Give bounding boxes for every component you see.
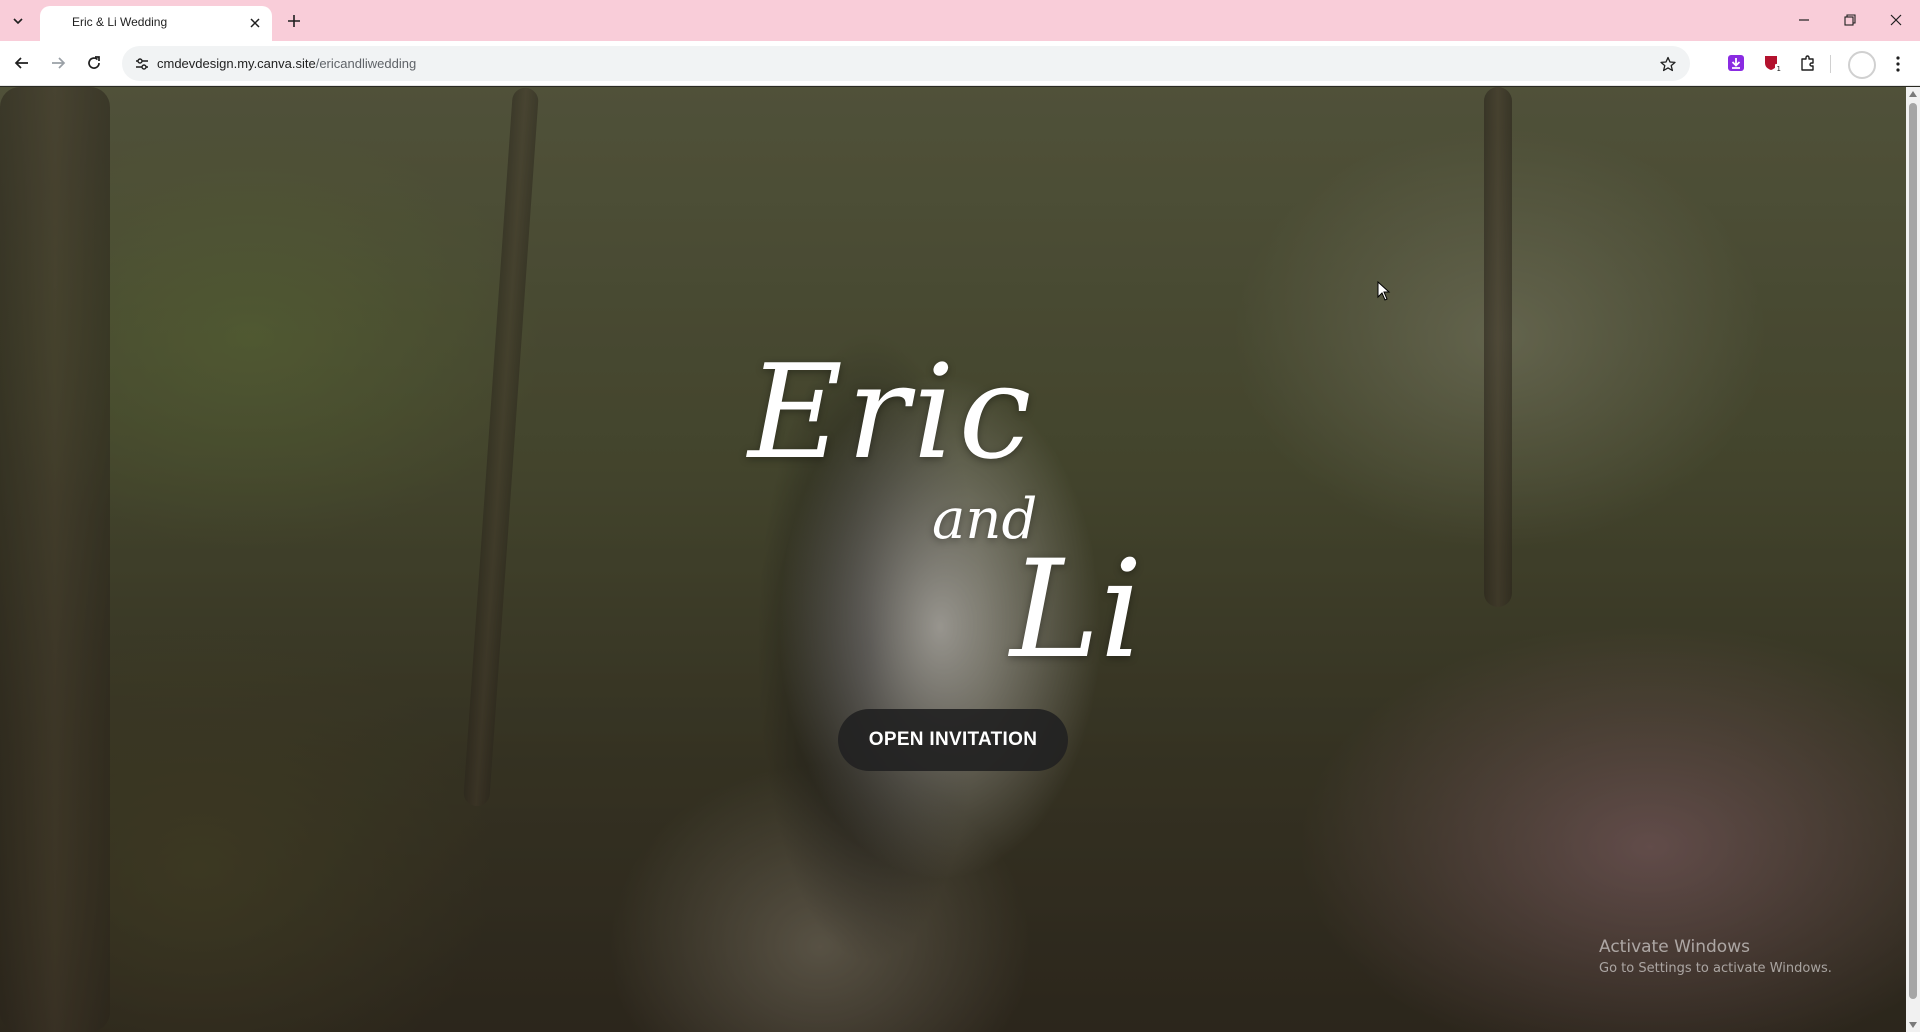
restore-button[interactable] xyxy=(1836,6,1864,34)
puzzle-icon xyxy=(1801,55,1814,71)
reload-icon xyxy=(88,56,100,69)
arrow-right-icon xyxy=(52,57,66,69)
open-invitation-button[interactable]: OPEN INVITATION xyxy=(838,709,1068,771)
restore-icon xyxy=(1844,14,1856,26)
scroll-thumb[interactable] xyxy=(1909,103,1917,999)
site-info-button[interactable] xyxy=(130,52,154,76)
scroll-up-button[interactable] xyxy=(1906,87,1920,101)
plus-icon xyxy=(288,15,300,27)
url-text: cmdevdesign.my.canva.site/ericandliweddi… xyxy=(157,56,416,71)
minimize-button[interactable] xyxy=(1790,6,1818,34)
tab-search-button[interactable] xyxy=(6,9,30,33)
toolbar-divider xyxy=(1830,55,1831,73)
scroll-down-button[interactable] xyxy=(1906,1018,1920,1032)
kebab-menu-icon xyxy=(1896,56,1900,72)
active-tab[interactable]: Eric & Li Wedding xyxy=(40,6,272,41)
minimize-icon xyxy=(1799,19,1809,21)
windows-activation-watermark: Activate Windows Go to Settings to activ… xyxy=(1599,937,1832,976)
extensions-button[interactable] xyxy=(1795,50,1821,76)
star-icon xyxy=(1660,56,1676,72)
back-button[interactable] xyxy=(8,49,36,77)
browser-menu-button[interactable] xyxy=(1886,50,1910,78)
forward-button[interactable] xyxy=(44,49,72,77)
photo-dim-overlay xyxy=(0,87,1906,1032)
profile-avatar-button[interactable] xyxy=(1848,51,1876,79)
close-icon xyxy=(1890,14,1902,26)
close-window-button[interactable] xyxy=(1882,6,1910,34)
extension-badge: 1 xyxy=(1777,65,1781,73)
watermark-title: Activate Windows xyxy=(1599,937,1750,957)
shield-icon: 1 xyxy=(1765,56,1782,73)
arrow-left-icon xyxy=(14,57,28,69)
shield-extension-button[interactable]: 1 xyxy=(1759,50,1785,76)
tab-title: Eric & Li Wedding xyxy=(72,15,168,29)
triangle-down-icon xyxy=(1909,1022,1917,1028)
bookmark-button[interactable] xyxy=(1656,52,1680,76)
url-domain: cmdevdesign.my.canva.site xyxy=(157,56,316,71)
watermark-subtitle: Go to Settings to activate Windows. xyxy=(1599,961,1832,976)
triangle-up-icon xyxy=(1909,91,1917,97)
close-icon xyxy=(250,18,260,28)
groom-name: Eric xyxy=(748,336,1036,488)
url-path: /ericandliwedding xyxy=(315,56,417,71)
address-bar[interactable]: cmdevdesign.my.canva.site/ericandliweddi… xyxy=(122,46,1690,81)
chevron-down-icon xyxy=(13,18,23,25)
mouse-cursor-icon xyxy=(1377,281,1391,301)
browser-toolbar: cmdevdesign.my.canva.site/ericandliweddi… xyxy=(0,41,1920,86)
bride-name: Li xyxy=(1010,531,1143,688)
tab-close-button[interactable] xyxy=(246,14,264,32)
new-tab-button[interactable] xyxy=(282,9,306,33)
download-icon xyxy=(1728,55,1744,71)
reload-button[interactable] xyxy=(80,49,108,77)
download-extension-button[interactable] xyxy=(1723,50,1749,76)
page-viewport: Eric and Li OPEN INVITATION Activate Win… xyxy=(0,87,1906,1032)
tab-strip: Eric & Li Wedding xyxy=(0,0,1920,41)
tune-icon xyxy=(136,58,148,70)
page-scrollbar[interactable] xyxy=(1906,87,1920,1032)
